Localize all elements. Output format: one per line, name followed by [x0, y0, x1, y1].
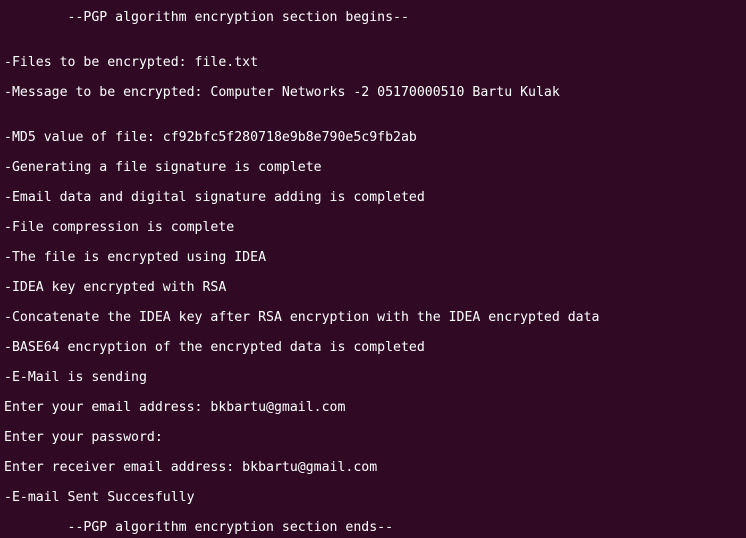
terminal-window[interactable]: --PGP algorithm encryption section begin…	[0, 0, 746, 538]
signature-complete-line: -Generating a file signature is complete	[4, 160, 322, 175]
receiver-email-prompt: Enter receiver email address: bkbartu@gm…	[4, 460, 378, 475]
email-address-prompt: Enter your email address: bkbartu@gmail.…	[4, 400, 346, 415]
idea-encryption-line: -The file is encrypted using IDEA	[4, 250, 267, 265]
concatenate-line: -Concatenate the IDEA key after RSA encr…	[4, 310, 600, 325]
section-begin-header: --PGP algorithm encryption section begin…	[4, 10, 409, 25]
password-prompt: Enter your password:	[4, 430, 163, 445]
email-sent-line: -E-mail Sent Succesfully	[4, 490, 195, 505]
base64-line: -BASE64 encryption of the encrypted data…	[4, 340, 425, 355]
rsa-key-line: -IDEA key encrypted with RSA	[4, 280, 227, 295]
section-end-footer: --PGP algorithm encryption section ends-…	[4, 520, 394, 535]
md5-value-line: -MD5 value of file: cf92bfc5f280718e9b8e…	[4, 130, 417, 145]
email-sending-line: -E-Mail is sending	[4, 370, 147, 385]
email-signature-adding-line: -Email data and digital signature adding…	[4, 190, 425, 205]
message-to-encrypt-line: -Message to be encrypted: Computer Netwo…	[4, 85, 560, 100]
compression-complete-line: -File compression is complete	[4, 220, 235, 235]
files-to-encrypt-line: -Files to be encrypted: file.txt	[4, 55, 259, 70]
